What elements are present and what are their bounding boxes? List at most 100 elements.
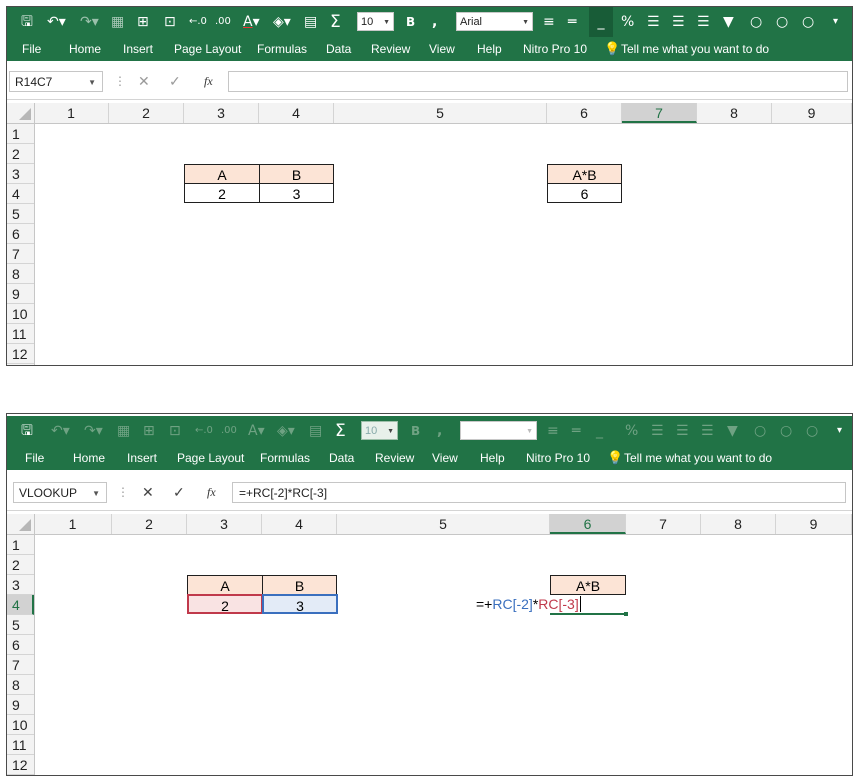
align-bottom-icon[interactable]: _ — [589, 7, 613, 37]
tab-help[interactable]: Help — [480, 446, 505, 470]
column-header[interactable]: 4 — [262, 514, 337, 534]
tab-data[interactable]: Data — [326, 37, 351, 61]
cell-ab-value[interactable]: 6 — [547, 183, 622, 203]
cells-icon[interactable]: ⊡ — [164, 7, 176, 37]
row-header[interactable]: 1 — [7, 535, 34, 555]
in-cell-formula-editor[interactable]: =+RC[-2]*RC[-3] — [476, 594, 581, 614]
row-header[interactable]: 7 — [7, 655, 34, 675]
borders-icon[interactable]: ▦ — [111, 7, 124, 37]
row-header[interactable]: 6 — [7, 224, 34, 244]
row-header[interactable]: 10 — [7, 715, 34, 735]
tab-data[interactable]: Data — [329, 446, 354, 470]
tell-me-search[interactable]: Tell me what you want to do — [621, 37, 769, 61]
row-header[interactable]: 8 — [7, 264, 34, 284]
autosum-icon[interactable]: Σ — [335, 416, 346, 446]
align-top-icon[interactable]: ≡ — [543, 7, 555, 37]
enter-icon[interactable]: ✓ — [173, 482, 185, 503]
autosum-icon[interactable]: Σ — [330, 7, 341, 37]
decrease-decimal-icon[interactable]: .00 — [215, 7, 231, 37]
circle-icon[interactable]: ○ — [750, 7, 762, 37]
tab-file[interactable]: File — [25, 446, 44, 470]
select-all-button[interactable] — [7, 103, 35, 123]
column-header[interactable]: 2 — [112, 514, 187, 534]
formula-input[interactable]: =+RC[-2]*RC[-3] — [232, 482, 846, 503]
cell-ab-header[interactable]: A*B — [547, 164, 622, 184]
row-header[interactable]: 10 — [7, 304, 34, 324]
row-header[interactable]: 4 — [7, 184, 34, 204]
insert-function-icon[interactable]: fx — [204, 71, 213, 92]
column-header[interactable]: 8 — [697, 103, 772, 123]
comma-icon[interactable]: , — [432, 7, 437, 37]
column-header[interactable]: 7 — [626, 514, 701, 534]
column-header[interactable]: 8 — [701, 514, 776, 534]
cancel-icon[interactable]: ✕ — [138, 71, 150, 92]
column-header[interactable]: 5 — [334, 103, 547, 123]
percent-icon[interactable]: % — [621, 7, 634, 37]
row-header[interactable]: 2 — [7, 555, 34, 575]
align-left-icon[interactable]: ☰ — [647, 7, 660, 37]
row-header[interactable]: 9 — [7, 284, 34, 304]
tab-review[interactable]: Review — [371, 37, 410, 61]
tab-file[interactable]: File — [22, 37, 41, 61]
cell-b-value-referenced[interactable]: 3 — [262, 594, 338, 614]
row-header[interactable]: 2 — [7, 144, 34, 164]
row-header[interactable]: 5 — [7, 204, 34, 224]
tab-page-layout[interactable]: Page Layout — [174, 37, 241, 61]
tab-view[interactable]: View — [432, 446, 458, 470]
tab-formulas[interactable]: Formulas — [257, 37, 307, 61]
cell-a-header[interactable]: A — [184, 164, 260, 184]
column-header[interactable]: 6 — [547, 103, 622, 123]
column-header-selected[interactable]: 7 — [622, 103, 697, 123]
save-icon[interactable]: 🖫 — [21, 7, 33, 37]
grid-icon[interactable]: ⊞ — [137, 7, 149, 37]
align-middle-icon[interactable]: ═ — [568, 7, 576, 37]
column-header[interactable]: 5 — [337, 514, 550, 534]
filter-icon[interactable]: ▼ — [723, 7, 734, 37]
row-header[interactable]: 8 — [7, 675, 34, 695]
cancel-icon[interactable]: ✕ — [142, 482, 154, 503]
align-right-icon[interactable]: ☰ — [697, 7, 710, 37]
select-all-button[interactable] — [7, 514, 35, 534]
font-size-select[interactable]: 10 ▼ — [357, 12, 394, 31]
cell-b-header[interactable]: B — [262, 575, 337, 595]
cell-ab-header[interactable]: A*B — [550, 575, 626, 595]
bold-icon[interactable]: B — [406, 7, 415, 37]
font-color-icon[interactable]: A▾ — [243, 7, 260, 37]
column-header[interactable]: 2 — [109, 103, 184, 123]
circle-icon[interactable]: ○ — [802, 7, 814, 37]
row-header[interactable]: 12 — [7, 755, 34, 775]
tab-nitro[interactable]: Nitro Pro 10 — [523, 37, 587, 61]
tab-formulas[interactable]: Formulas — [260, 446, 310, 470]
column-header[interactable]: 9 — [776, 514, 852, 534]
customize-icon[interactable]: ▾ — [837, 416, 842, 446]
column-header[interactable]: 1 — [34, 514, 112, 534]
row-header[interactable]: 5 — [7, 615, 34, 635]
cell-a-value[interactable]: 2 — [184, 183, 260, 203]
format-icon[interactable]: ▤ — [304, 7, 317, 37]
row-header[interactable]: 11 — [7, 324, 34, 344]
column-header[interactable]: 3 — [184, 103, 259, 123]
column-header[interactable]: 1 — [34, 103, 109, 123]
insert-function-icon[interactable]: fx — [207, 482, 216, 503]
cell-b-value[interactable]: 3 — [259, 183, 334, 203]
fill-color-icon[interactable]: ◈▾ — [273, 7, 291, 37]
increase-decimal-icon[interactable]: ←.0 — [189, 7, 207, 37]
formula-input[interactable] — [228, 71, 848, 92]
tell-me-search[interactable]: Tell me what you want to do — [624, 446, 772, 470]
row-header-selected[interactable]: 4 — [7, 595, 34, 615]
align-center-icon[interactable]: ☰ — [672, 7, 685, 37]
row-header[interactable]: 12 — [7, 344, 34, 364]
enter-icon[interactable]: ✓ — [169, 71, 181, 92]
font-name-select[interactable]: Arial ▼ — [456, 12, 533, 31]
row-header[interactable]: 9 — [7, 695, 34, 715]
column-header-selected[interactable]: 6 — [550, 514, 626, 534]
tab-home[interactable]: Home — [69, 37, 101, 61]
column-header[interactable]: 3 — [187, 514, 262, 534]
column-header[interactable]: 4 — [259, 103, 334, 123]
row-header[interactable]: 3 — [7, 164, 34, 184]
cell-b-header[interactable]: B — [259, 164, 334, 184]
tab-insert[interactable]: Insert — [123, 37, 153, 61]
save-icon[interactable]: 🖫 — [21, 416, 33, 446]
tab-help[interactable]: Help — [477, 37, 502, 61]
name-box[interactable]: R14C7 ▼ — [9, 71, 103, 92]
